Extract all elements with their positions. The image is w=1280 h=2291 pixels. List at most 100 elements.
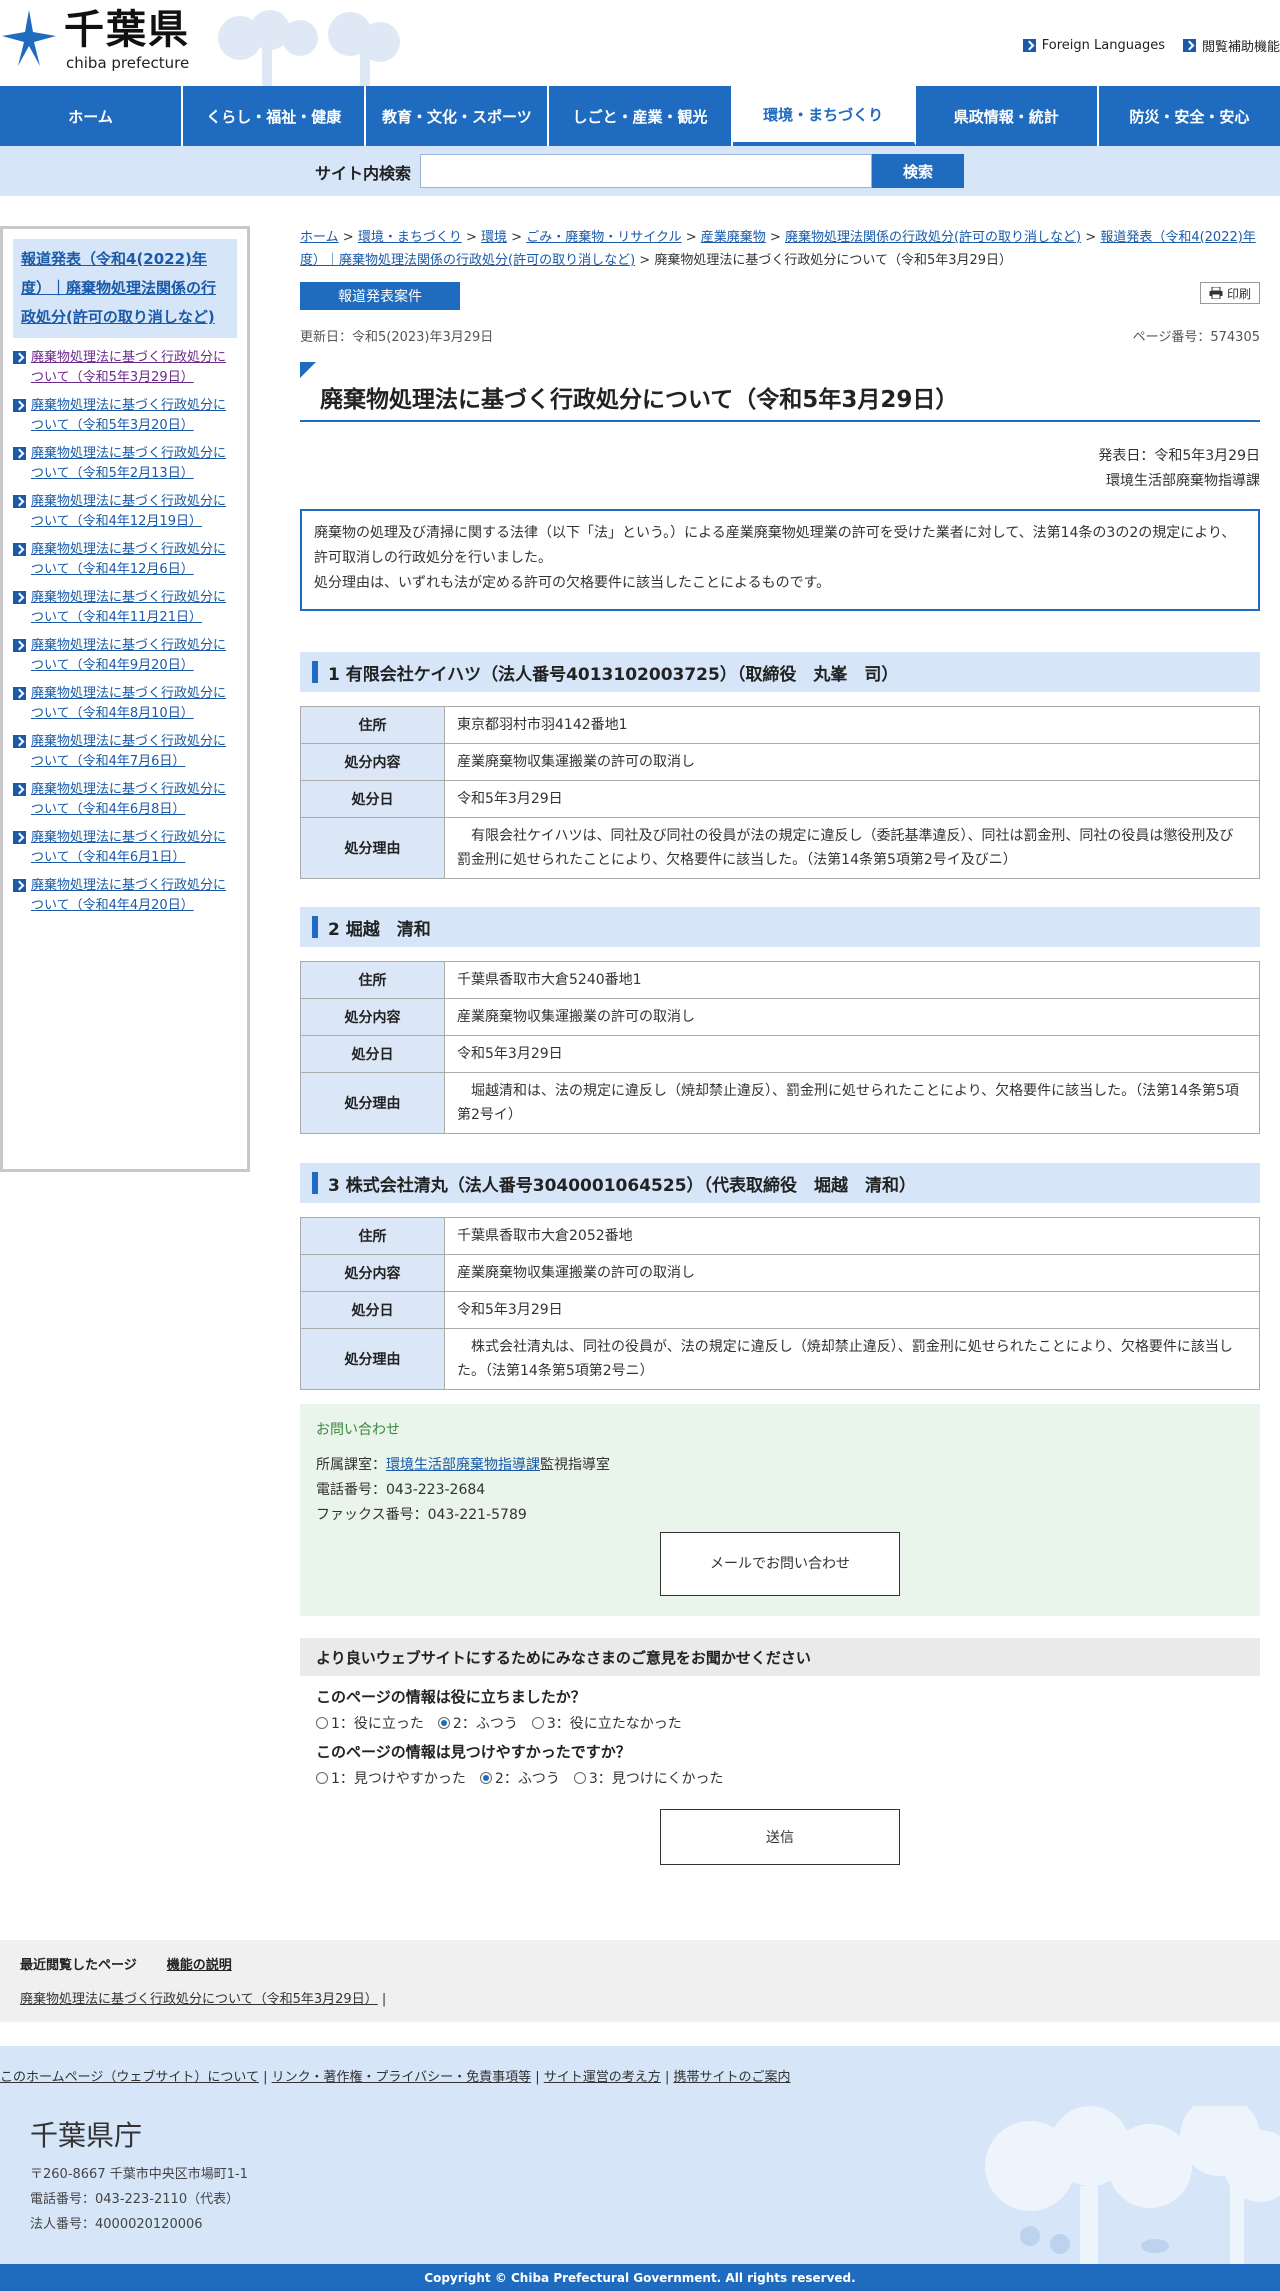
arrow-right-icon — [13, 447, 26, 460]
sidebar-item[interactable]: 廃棄物処理法に基づく行政処分について（令和4年12月19日） — [13, 492, 237, 532]
breadcrumb-current: 廃棄物処理法に基づく行政処分について（令和5年3月29日） — [654, 253, 1013, 268]
sidebar-item[interactable]: 廃棄物処理法に基づく行政処分について（令和4年6月1日） — [13, 828, 237, 868]
sidebar-item[interactable]: 廃棄物処理法に基づく行政処分について（令和4年6月8日） — [13, 780, 237, 820]
arrow-right-icon — [13, 735, 26, 748]
chiba-logo-icon[interactable] — [0, 8, 58, 68]
radio-selected-icon[interactable] — [479, 1772, 492, 1784]
arrow-right-icon — [13, 639, 26, 652]
survey-question-1: このページの情報は役に立ちましたか？ — [316, 1688, 586, 1706]
lead-box: 廃棄物の処理及び清掃に関する法律（以下「法」という。）による産業廃棄物処理業の許… — [300, 509, 1260, 611]
arrow-right-icon — [13, 351, 26, 364]
table-row: 処分日 令和5年3月29日 — [300, 780, 1260, 818]
search-input[interactable] — [420, 154, 872, 188]
arrow-right-icon — [13, 783, 26, 796]
radio-icon[interactable] — [316, 1717, 328, 1729]
sidebar-item[interactable]: 廃棄物処理法に基づく行政処分について（令和4年4月20日） — [13, 876, 237, 916]
sidebar-item[interactable]: 廃棄物処理法に基づく行政処分について（令和4年11月21日） — [13, 588, 237, 628]
footer-link[interactable]: このホームページ（ウェブサイト）について — [0, 2070, 259, 2085]
nav-government[interactable]: 県政情報・統計 — [916, 86, 1099, 146]
submit-button[interactable]: 送信 — [660, 1809, 900, 1865]
sidebar-item[interactable]: 廃棄物処理法に基づく行政処分について（令和5年2月13日） — [13, 444, 237, 484]
footer-link[interactable]: サイト運営の考え方 — [544, 2070, 661, 2085]
table-row: 処分内容 産業廃棄物収集運搬業の許可の取消し — [300, 743, 1260, 781]
contact-dept: 所属課室：環境生活部廃棄物指導課監視指導室 — [316, 1457, 610, 1473]
footer-links: このホームページ（ウェブサイト）について | リンク・著作権・プライバシー・免責… — [0, 2070, 791, 2085]
site-header: 千葉県 chiba prefecture Foreign Languages 閲… — [0, 0, 1280, 86]
copyright: Copyright © Chiba Prefectural Government… — [0, 2264, 1280, 2291]
radio-icon[interactable] — [531, 1717, 544, 1729]
survey-option[interactable]: 3：見つけにくかった — [573, 1768, 723, 1788]
site-logo-text[interactable]: 千葉県 — [64, 8, 190, 52]
mail-inquiry-button[interactable]: メールでお問い合わせ — [660, 1532, 900, 1596]
survey-option[interactable]: 1：役に立った — [316, 1713, 424, 1733]
table-row: 住所 千葉県香取市大倉2052番地 — [300, 1217, 1260, 1255]
radio-icon[interactable] — [573, 1772, 586, 1784]
nav-safety[interactable]: 防災・安全・安心 — [1099, 86, 1280, 146]
print-button[interactable]: 印刷 — [1200, 282, 1260, 304]
accessibility-link[interactable]: 閲覧補助機能 — [1182, 36, 1280, 55]
press-release-tag[interactable]: 報道発表案件 — [300, 282, 460, 310]
nav-education[interactable]: 教育・文化・スポーツ — [366, 86, 550, 146]
search-bar: サイト内検索 検索 — [0, 146, 1280, 196]
page-title: 廃棄物処理法に基づく行政処分について（令和5年3月29日） — [320, 387, 959, 413]
arrow-right-icon — [13, 543, 26, 556]
contact-fax: ファックス番号：043-221-5789 — [316, 1507, 527, 1523]
survey-option[interactable]: 1：見つけやすかった — [316, 1768, 466, 1788]
updated-date: 更新日：令和5(2023)年3月29日 — [300, 330, 494, 345]
table-row: 処分内容 産業廃棄物収集運搬業の許可の取消し — [300, 1254, 1260, 1292]
case-table: 住所 千葉県香取市大倉2052番地 処分内容 産業廃棄物収集運搬業の許可の取消し 処… — [300, 1217, 1260, 1390]
sidebar-item[interactable]: 廃棄物処理法に基づく行政処分について（令和4年9月20日） — [13, 636, 237, 676]
site-footer: このホームページ（ウェブサイト）について | リンク・著作権・プライバシー・免責… — [0, 2046, 1280, 2264]
recently-viewed: 最近閲覧したページ 機能の説明 廃棄物処理法に基づく行政処分について（令和5年3… — [0, 1940, 1280, 2022]
lead-text-2: 処分理由は、いずれも法が定める許可の欠格要件に該当したことによるものです。 — [314, 575, 831, 591]
table-row: 住所 東京都羽村市羽4142番地1 — [300, 706, 1260, 744]
sidebar-item[interactable]: 廃棄物処理法に基づく行政処分について（令和4年7月6日） — [13, 732, 237, 772]
arrow-right-icon — [13, 591, 26, 604]
arrow-right-icon — [13, 831, 26, 844]
footer-address-block: 〒260-8667 千葉市中央区市場町1-1 電話番号：043-223-2110… — [30, 2162, 248, 2237]
sidebar-item[interactable]: 廃棄物処理法に基づく行政処分について（令和4年8月10日） — [13, 684, 237, 724]
breadcrumb-link[interactable]: 産業廃棄物 — [701, 230, 766, 245]
survey-heading: より良いウェブサイトにするためにみなさまのご意見をお聞かせください — [300, 1638, 1260, 1676]
global-nav: ホーム くらし・福祉・健康 教育・文化・スポーツ しごと・産業・観光 環境・まち… — [0, 86, 1280, 146]
page-title-block: 廃棄物処理法に基づく行政処分について（令和5年3月29日） — [300, 362, 1260, 422]
arrow-right-icon — [13, 495, 26, 508]
survey-option[interactable]: 3：役に立たなかった — [531, 1713, 682, 1733]
breadcrumb-link[interactable]: ごみ・廃棄物・リサイクル — [526, 230, 681, 245]
survey-option[interactable]: 2：ふつう — [479, 1768, 560, 1788]
breadcrumb-link[interactable]: 環境・まちづくり — [358, 230, 462, 245]
sidebar-heading[interactable]: 報道発表（令和4(2022)年度）｜廃棄物処理法関係の行政処分(許可の取り消しな… — [13, 239, 237, 338]
foreign-languages-link[interactable]: Foreign Languages — [1022, 36, 1165, 55]
breadcrumb-link[interactable]: 環境 — [481, 230, 507, 245]
table-row: 処分日 令和5年3月29日 — [300, 1035, 1260, 1073]
sidebar-item[interactable]: 廃棄物処理法に基づく行政処分について（令和5年3月20日） — [13, 396, 237, 436]
sidebar-item[interactable]: 廃棄物処理法に基づく行政処分について（令和4年12月6日） — [13, 540, 237, 580]
recent-item-link[interactable]: 廃棄物処理法に基づく行政処分について（令和5年3月29日） — [20, 1992, 378, 2007]
nav-living[interactable]: くらし・福祉・健康 — [183, 86, 367, 146]
contact-dept-link[interactable]: 環境生活部廃棄物指導課 — [386, 1457, 540, 1473]
survey-option[interactable]: 2：ふつう — [437, 1713, 518, 1733]
sidebar-item[interactable]: 廃棄物処理法に基づく行政処分について（令和5年3月29日） — [13, 348, 237, 388]
printer-icon — [1209, 287, 1223, 299]
search-button[interactable]: 検索 — [872, 154, 964, 188]
nav-work[interactable]: しごと・産業・観光 — [549, 86, 733, 146]
table-row: 処分理由 株式会社清丸は、同社の役員が、法の規定に違反し（焼却禁止違反）、罰金刑… — [300, 1328, 1260, 1390]
contact-tel: 電話番号：043-223-2684 — [316, 1482, 486, 1498]
arrow-right-icon — [13, 687, 26, 700]
recent-tab[interactable]: 最近閲覧したページ — [20, 1954, 137, 1973]
nav-home[interactable]: ホーム — [0, 86, 184, 146]
footer-org-name: 千葉県庁 — [30, 2119, 143, 2152]
main-content: ホーム > 環境・まちづくり > 環境 > ごみ・廃棄物・リサイクル > 産業廃… — [300, 226, 1260, 1865]
nav-environment[interactable]: 環境・まちづくり — [732, 86, 916, 146]
feature-help-link[interactable]: 機能の説明 — [167, 1954, 232, 1973]
footer-link[interactable]: リンク・著作権・プライバシー・免責事項等 — [272, 2070, 531, 2085]
footer-link[interactable]: 携帯サイトのご案内 — [673, 2070, 790, 2085]
breadcrumb: ホーム > 環境・まちづくり > 環境 > ごみ・廃棄物・リサイクル > 産業廃… — [300, 230, 1256, 268]
breadcrumb-link[interactable]: 廃棄物処理法関係の行政処分(許可の取り消しなど) — [785, 230, 1081, 245]
radio-icon[interactable] — [316, 1772, 328, 1784]
case-table: 住所 東京都羽村市羽4142番地1 処分内容 産業廃棄物収集運搬業の許可の取消し 処… — [300, 706, 1260, 879]
breadcrumb-link[interactable]: ホーム — [300, 230, 339, 245]
radio-selected-icon[interactable] — [437, 1717, 450, 1729]
table-row: 住所 千葉県香取市大倉5240番地1 — [300, 961, 1260, 999]
case-table: 住所 千葉県香取市大倉5240番地1 処分内容 産業廃棄物収集運搬業の許可の取消し … — [300, 961, 1260, 1134]
